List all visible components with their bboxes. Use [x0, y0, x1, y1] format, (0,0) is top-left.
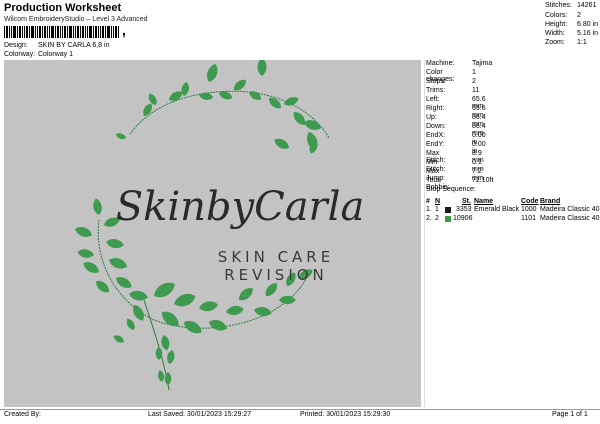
seq-header-code: Code [521, 198, 539, 205]
design-value: SKIN BY CARLA 6,8 in [38, 42, 110, 49]
seq-header-n: N [435, 198, 441, 205]
barcode [4, 26, 119, 38]
color-swatch [445, 207, 451, 213]
summary-stitches: Stitches: 14261 [545, 2, 597, 9]
page-title: Production Worksheet [4, 2, 122, 14]
footer-page: Page 1 of 1 [552, 411, 588, 418]
barcode-suffix: , [122, 22, 126, 38]
colorway-label: Colorway: [4, 51, 36, 58]
summary-zoom: Zoom: 1:1 [545, 39, 587, 46]
seq-header-st: St. [462, 198, 471, 205]
embroidery-design: SkinbyCarla SKIN CARE REVISION [73, 58, 365, 391]
color-swatch [445, 216, 451, 222]
footer-last-saved: Last Saved: 30/01/2023 15:29:27 [148, 411, 252, 418]
colorway-value: Colorway 1 [38, 51, 74, 58]
stop-sequence-title: Stop Sequence: [426, 186, 476, 193]
summary-height: Height: 6.80 in [545, 21, 599, 28]
table-row: 1. 1 3353 Emerald Black 1000 Madeira Cla… [426, 206, 600, 213]
software-subtitle: Wilcom EmbroideryStudio – Level 3 Advanc… [4, 16, 148, 23]
top-vine-leaves [114, 58, 323, 155]
divider [424, 60, 425, 407]
footer-divider [0, 409, 600, 410]
design-preview: SkinbyCarla SKIN CARE REVISION [4, 58, 421, 407]
footer-printed: Printed: 30/01/2023 15:29:30 [300, 411, 391, 418]
summary-width: Width: 5.16 in [545, 30, 599, 37]
seq-header-num: # [426, 198, 430, 205]
footer-created-by: Created By: [4, 411, 41, 418]
summary-colors: Colors: 2 [545, 12, 581, 19]
design-label: Design: [4, 42, 28, 49]
seq-header-name: Name [474, 198, 494, 205]
design-line1: SKIN CARE [218, 248, 334, 266]
seq-header-brand: Brand [540, 198, 561, 205]
design-line2: REVISION [224, 266, 328, 284]
design-script-text: SkinbyCarla [116, 184, 365, 230]
table-row: 2. 2 10906 1101 Madeira Classic 40 [426, 215, 600, 222]
